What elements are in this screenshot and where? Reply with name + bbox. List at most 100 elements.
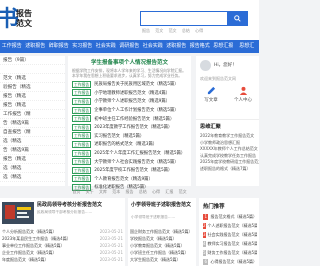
category-item[interactable] bbox=[0, 65, 65, 74]
article-row[interactable]: 工作报告 小学地理教师述职报告范文（精选4篇） bbox=[72, 89, 187, 98]
category-item[interactable]: 验报告（精选 bbox=[0, 83, 65, 92]
category-item[interactable]: 报告（9篇） bbox=[0, 56, 65, 65]
notice-item[interactable]: 述职报告的格式（精选7篇） bbox=[196, 166, 259, 173]
avatar[interactable] bbox=[200, 60, 211, 71]
profile-button[interactable]: 个人中心 bbox=[230, 86, 256, 103]
category-badge[interactable]: 工作报告 bbox=[72, 175, 92, 183]
category-badge[interactable]: 工作报告 bbox=[72, 158, 92, 166]
hot-item[interactable]: 4 教师实习报告范文（精选5篇） bbox=[203, 239, 257, 248]
hot-item[interactable]: 5 财务工作报告范文（精选5篇） bbox=[203, 248, 257, 257]
article-row[interactable]: 工作报告 2023年度教学工作报告范文（精选5篇） bbox=[72, 123, 187, 132]
list-item[interactable]: 2023年某县民生工作报告（精选4篇） 2023-05-21 bbox=[2, 235, 123, 242]
category-badge[interactable]: 工作报告 bbox=[72, 115, 92, 123]
strip-link[interactable]: 总结 bbox=[139, 189, 147, 194]
notice-item[interactable]: 2022年教育教学工作报告范文 bbox=[196, 133, 259, 140]
article-row[interactable]: 工作报告 大学教师个人社会实践报告范文（精选5篇） bbox=[72, 157, 187, 166]
category-item[interactable]: 报告（精选 bbox=[0, 155, 65, 164]
list-item[interactable]: 企业工作报告范文（精选5篇） 2023-05-21 bbox=[2, 249, 123, 256]
article-title[interactable]: 述职报告的格式范文（精选3篇） bbox=[94, 141, 157, 147]
article-title[interactable]: 2023年度教学工作报告范文（精选5篇） bbox=[94, 124, 172, 130]
category-badge[interactable]: 工作报告 bbox=[72, 106, 92, 114]
card-title[interactable]: 民政局领导考核分析报告范文 bbox=[37, 202, 102, 209]
list-item[interactable]: 个人分析报告范文（精选5篇） 2023-05-21 bbox=[2, 228, 123, 235]
article-title[interactable]: 2025年个人年度工作汇报报告范文（精选5篇） bbox=[94, 150, 185, 156]
strip-link[interactable]: 关于 bbox=[86, 189, 94, 194]
category-badge[interactable]: 工作报告 bbox=[72, 123, 92, 131]
article-row[interactable]: 工作报告 实习报告范文（精选5篇） bbox=[72, 132, 187, 141]
list-item[interactable]: 大学生报告范文（精选5篇） bbox=[130, 256, 194, 263]
strip-link[interactable]: 范文 bbox=[179, 189, 187, 194]
article-row[interactable]: 工作报告 民族局报告关于民族用区域范文（精选5篇） bbox=[72, 80, 187, 89]
strip-link[interactable]: 心得 bbox=[152, 189, 160, 194]
nav-item[interactable]: 社会实践 bbox=[94, 40, 118, 53]
nav-item[interactable]: 述职报告 bbox=[165, 40, 189, 53]
list-item[interactable]: 小学班主任工作报告（精选5篇） bbox=[130, 249, 194, 256]
logo-text[interactable]: 报告 范文 bbox=[16, 9, 32, 29]
list-item[interactable]: 学校报告范文（精选5篇） bbox=[130, 235, 194, 242]
category-badge[interactable]: 工作报告 bbox=[72, 80, 92, 88]
article-title[interactable]: 实习报告范文（精选5篇） bbox=[94, 133, 144, 139]
category-item[interactable]: 告（精选9篇 bbox=[0, 119, 65, 128]
article-title[interactable]: 小学地理教师述职报告范文（精选4篇） bbox=[94, 90, 170, 96]
category-item[interactable]: 工作报告（精 bbox=[0, 110, 65, 119]
nav-item[interactable]: 报告格式 bbox=[188, 40, 212, 53]
nav-item[interactable]: 辞职报告 bbox=[47, 40, 71, 53]
tag[interactable]: 范文 bbox=[169, 28, 177, 33]
search-box[interactable] bbox=[140, 11, 248, 26]
nav-item[interactable]: 实习报告 bbox=[71, 40, 95, 53]
category-badge[interactable]: 工作报告 bbox=[72, 166, 92, 174]
tag[interactable]: 报告 bbox=[142, 28, 150, 33]
category-badge[interactable]: 工作报告 bbox=[72, 140, 92, 148]
nav-item[interactable]: 述职报告 bbox=[24, 40, 48, 53]
category-badge[interactable]: 工作报告 bbox=[72, 132, 92, 140]
article-row[interactable]: 工作报告 2025年个人年度工作汇报报告范文（精选5篇） bbox=[72, 149, 187, 158]
nav-item[interactable]: 思想汇报 bbox=[212, 40, 236, 53]
tag[interactable]: 心得 bbox=[195, 28, 203, 33]
article-title[interactable]: 个人教育报告范文（精选9篇） bbox=[94, 176, 153, 182]
notice-item[interactable]: 2025年度学校教研组工作报告范文 bbox=[196, 159, 259, 166]
list-item[interactable]: 国企财务工作报告范文（精选5篇） bbox=[130, 228, 194, 235]
strip-link[interactable]: 文库 bbox=[99, 189, 107, 194]
strip-link[interactable]: 首页 bbox=[72, 189, 80, 194]
article-title[interactable]: 大学教师个人社会实践报告范文（精选5篇） bbox=[94, 159, 178, 165]
hot-item[interactable]: 1 报告范文格式（精选5篇） bbox=[203, 212, 257, 221]
nav-item[interactable]: 调研报告 bbox=[118, 40, 142, 53]
category-badge[interactable]: 工作报告 bbox=[72, 97, 92, 105]
strip-link[interactable]: 范本 bbox=[112, 189, 120, 194]
category-item[interactable]: 报告（精选 bbox=[0, 101, 65, 110]
nav-item[interactable]: 思想汇 bbox=[235, 40, 259, 53]
strip-link[interactable]: 汇报 bbox=[165, 189, 173, 194]
notice-item[interactable]: XXXXX年教师个人工作总结范文 bbox=[196, 146, 259, 153]
hot-item[interactable]: 3 社会实践报告范文（精选5篇） bbox=[203, 230, 257, 239]
article-row[interactable]: 工作报告 小学教师个人述职报告范文（精选9篇） bbox=[72, 97, 187, 106]
write-button[interactable]: 写文章 bbox=[198, 86, 224, 103]
article-row[interactable]: 工作报告 个人教育报告范文（精选9篇） bbox=[72, 175, 187, 184]
article-row[interactable]: 工作报告 企事单位个人工作计划报告范文（精选5篇） bbox=[72, 106, 187, 115]
list-item[interactable]: 年度报告范文（精选5篇） 2023-05-21 bbox=[2, 256, 123, 263]
nav-item[interactable]: 社会实践 bbox=[141, 40, 165, 53]
category-item[interactable]: 自查报告（精 bbox=[0, 128, 65, 137]
article-title[interactable]: 初中班主任工作经验报告范文（精选5篇） bbox=[94, 116, 174, 122]
article-title[interactable]: 企事单位个人工作计划报告范文（精选5篇） bbox=[94, 107, 178, 113]
nav-item[interactable]: 工作报告 bbox=[0, 40, 24, 53]
category-item[interactable]: 范文（精选 bbox=[0, 74, 65, 83]
category-item[interactable]: 选（精选 bbox=[0, 173, 65, 182]
article-title[interactable]: 民族局报告关于民族用区域范文（精选5篇） bbox=[94, 81, 178, 87]
article-title[interactable]: 2025年度学校工作报告范文（精选5篇） bbox=[94, 167, 172, 173]
category-badge[interactable]: 工作报告 bbox=[72, 89, 92, 97]
article-thumbnail[interactable] bbox=[2, 202, 34, 224]
category-badge[interactable]: 工作报告 bbox=[72, 149, 92, 157]
category-item[interactable]: 选（精选 bbox=[0, 164, 65, 173]
article-row[interactable]: 工作报告 初中班主任工作经验报告范文（精选5篇） bbox=[72, 114, 187, 123]
article-row[interactable]: 工作报告 2025年度学校工作报告范文（精选5篇） bbox=[72, 166, 187, 175]
search-button[interactable] bbox=[227, 12, 247, 25]
category-item[interactable]: 选（精选 bbox=[0, 137, 65, 146]
list-item[interactable]: 事业单位工作报告范文（精选5篇） 2023-05-21 bbox=[2, 242, 123, 249]
category-item[interactable]: 告（精选9篇 bbox=[0, 146, 65, 155]
featured-title[interactable]: 学生报备事项个人情况报告范文 bbox=[72, 59, 187, 68]
category-item[interactable]: 报告（精选 bbox=[0, 92, 65, 101]
hot-item[interactable]: 6 心得报告范文（精选5篇） bbox=[203, 257, 257, 266]
card-title[interactable]: 小学领导班子述职报告范文 bbox=[131, 202, 193, 209]
tag[interactable]: 范文 bbox=[155, 28, 163, 33]
hot-item[interactable]: 2 个人述职报告范文（精选5篇） bbox=[203, 221, 257, 230]
